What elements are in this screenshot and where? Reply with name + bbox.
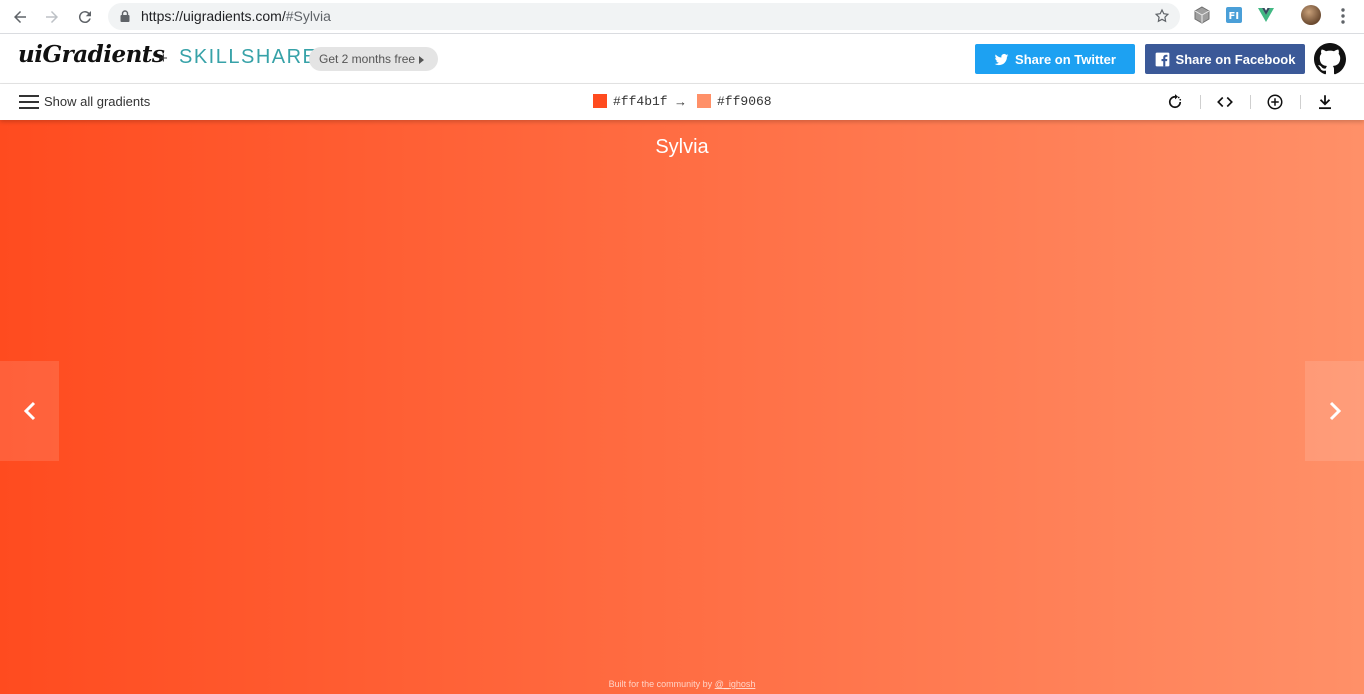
color-to-hex[interactable]: #ff9068 <box>717 94 772 109</box>
share-facebook-label: Share on Facebook <box>1175 51 1296 67</box>
share-twitter-button[interactable]: Share on Twitter <box>975 44 1135 74</box>
chevron-left-icon <box>23 401 35 421</box>
gradient-display: Sylvia Built for the community by @_igho… <box>0 120 1364 694</box>
show-all-gradients-link[interactable]: Show all gradients <box>44 94 150 109</box>
share-twitter-label: Share on Twitter <box>1015 51 1116 67</box>
code-icon[interactable] <box>1216 93 1234 111</box>
color-from-swatch <box>593 94 607 108</box>
toolbar-divider <box>1300 95 1301 109</box>
gradient-name: Sylvia <box>655 136 709 158</box>
toolbar-divider <box>1250 95 1251 109</box>
url-host: https://uigradients.com/ <box>141 8 286 24</box>
color-from-hex[interactable]: #ff4b1f <box>613 94 668 109</box>
cube-extension-icon[interactable] <box>1193 6 1211 24</box>
site-logo[interactable]: uiGradients <box>18 41 165 68</box>
lock-icon <box>120 10 130 22</box>
color-to-swatch <box>697 94 711 108</box>
rotate-icon[interactable] <box>1166 93 1184 111</box>
footer-text: Built for the community by <box>608 679 713 689</box>
download-icon[interactable] <box>1316 93 1334 111</box>
footer-credit: Built for the community by @_ighosh <box>0 679 1364 689</box>
site-header: uiGradients + SKILLSHARE Get 2 months fr… <box>0 34 1364 84</box>
bookmark-star-icon[interactable] <box>1154 8 1170 24</box>
add-icon[interactable] <box>1266 93 1284 111</box>
toolbar-divider <box>1200 95 1201 109</box>
forward-button[interactable] <box>40 5 64 29</box>
facebook-icon <box>1155 52 1169 66</box>
url-text: https://uigradients.com/#Sylvia <box>141 8 331 24</box>
svg-text:FI: FI <box>1229 11 1240 22</box>
play-triangle-icon <box>419 55 425 64</box>
reload-button[interactable] <box>73 5 97 29</box>
gradient-arrow: → <box>674 94 687 109</box>
back-arrow-icon <box>14 11 26 23</box>
address-bar[interactable]: https://uigradients.com/#Sylvia <box>108 3 1180 30</box>
vue-devtools-icon[interactable] <box>1257 6 1275 24</box>
promo-label: Get 2 months free <box>319 52 416 66</box>
skillshare-logo[interactable]: SKILLSHARE <box>179 46 317 69</box>
gradient-toolbar: Show all gradients #ff4b1f → #ff9068 <box>0 84 1364 120</box>
share-facebook-button[interactable]: Share on Facebook <box>1145 44 1305 74</box>
promo-button[interactable]: Get 2 months free <box>309 47 439 71</box>
browser-toolbar: https://uigradients.com/#Sylvia FI <box>0 0 1364 34</box>
back-button[interactable] <box>8 5 32 29</box>
hamburger-menu-icon[interactable] <box>19 95 39 109</box>
forward-arrow-icon <box>46 11 58 23</box>
browser-menu-icon[interactable] <box>1336 7 1350 25</box>
url-hash: #Sylvia <box>285 8 331 24</box>
next-gradient-button[interactable] <box>1305 361 1364 461</box>
twitter-icon <box>994 53 1009 65</box>
github-icon[interactable] <box>1314 43 1346 75</box>
profile-avatar[interactable] <box>1301 5 1321 25</box>
previous-gradient-button[interactable] <box>0 361 59 461</box>
chevron-right-icon <box>1329 401 1341 421</box>
fi-extension-icon[interactable]: FI <box>1225 6 1243 24</box>
reload-icon <box>78 11 91 24</box>
plus-sign: + <box>159 50 168 67</box>
author-link[interactable]: @_ighosh <box>715 679 756 689</box>
